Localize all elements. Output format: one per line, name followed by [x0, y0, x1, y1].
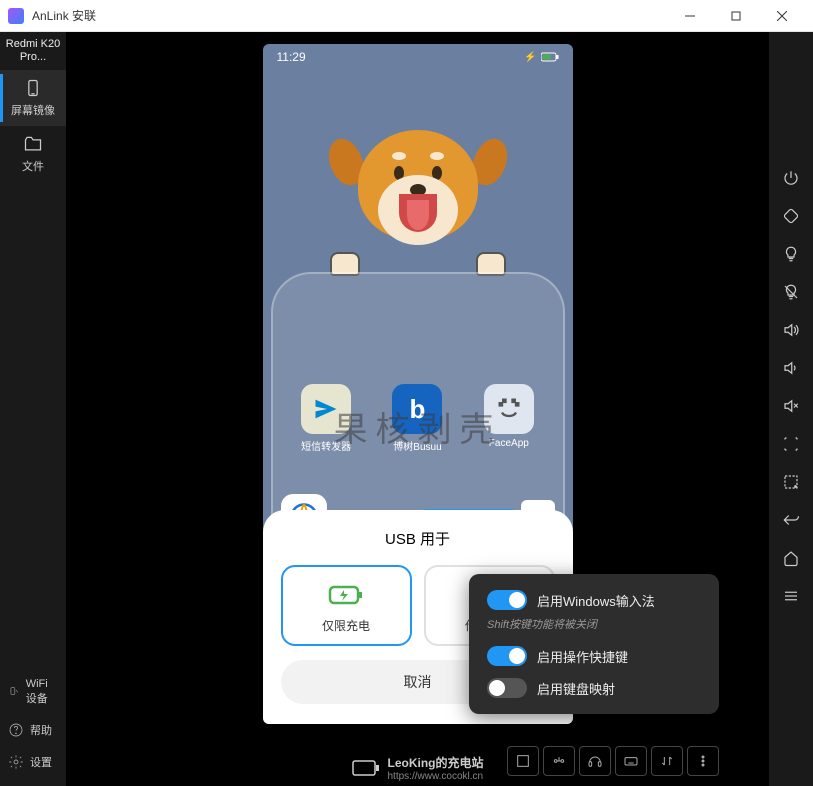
sidebar-wifi-devices[interactable]: WiFi设备 — [0, 670, 66, 714]
popover-hint: Shift按键功能将被关闭 — [487, 616, 701, 632]
home-button[interactable] — [775, 542, 807, 574]
keyboard-button[interactable] — [615, 746, 647, 776]
caption-title: LeoKing的充电站 — [388, 754, 484, 771]
minimize-button[interactable] — [667, 0, 713, 32]
wallpaper-illustration — [263, 70, 573, 270]
usb-button[interactable] — [543, 746, 575, 776]
toggle-shortcuts[interactable] — [487, 646, 527, 666]
app-icon — [8, 8, 24, 24]
phone-icon — [23, 78, 43, 98]
titlebar: AnLink 安联 — [0, 0, 813, 32]
wifi-phone-icon — [8, 684, 20, 700]
battery-outline-icon — [352, 759, 380, 777]
keyboard-popover: 启用Windows输入法 Shift按键功能将被关闭 启用操作快捷键 启用键盘映… — [469, 574, 719, 714]
audio-button[interactable] — [579, 746, 611, 776]
charge-icon — [328, 581, 364, 609]
bottom-toolbar — [507, 746, 719, 776]
menu-button[interactable] — [775, 580, 807, 612]
rotate-button[interactable] — [775, 200, 807, 232]
volume-mute-button[interactable] — [775, 390, 807, 422]
bulb-off-button[interactable] — [775, 276, 807, 308]
caption-url: https://www.cocokl.cn — [388, 771, 484, 782]
sidebar-right — [769, 32, 813, 786]
fullscreen-button[interactable] — [507, 746, 539, 776]
sidebar-settings[interactable]: 设置 — [0, 746, 66, 778]
sidebar-item-label: 文件 — [22, 158, 44, 174]
sidebar-item-mirror[interactable]: 屏幕镜像 — [0, 70, 66, 126]
maximize-button[interactable] — [713, 0, 759, 32]
volume-down-button[interactable] — [775, 352, 807, 384]
caption: LeoKing的充电站 https://www.cocokl.cn — [352, 754, 484, 782]
app-row-1: 短信转发器 b博树Busuu FaceApp — [263, 384, 573, 453]
sidebar-help[interactable]: 帮助 — [0, 714, 66, 746]
back-button[interactable] — [775, 504, 807, 536]
screenshot-button[interactable] — [775, 428, 807, 460]
toggle-key-mapping[interactable] — [487, 678, 527, 698]
close-button[interactable] — [759, 0, 805, 32]
app-busuu[interactable]: b博树Busuu — [382, 384, 452, 453]
more-button[interactable] — [687, 746, 719, 776]
usb-option-charge[interactable]: 仅限充电 — [281, 565, 412, 646]
phone-time: 11:29 — [277, 50, 306, 64]
gear-icon — [8, 754, 24, 770]
app-title: AnLink 安联 — [32, 7, 96, 24]
phone-statusbar: 11:29 ⚡ — [263, 44, 573, 70]
device-name[interactable]: Redmi K20 Pro... — [0, 32, 66, 70]
usb-sheet-title: USB 用于 — [281, 528, 555, 549]
bulb-on-button[interactable] — [775, 238, 807, 270]
app-faceapp[interactable]: FaceApp — [474, 384, 544, 453]
transfer-button[interactable] — [651, 746, 683, 776]
volume-up-button[interactable] — [775, 314, 807, 346]
power-button[interactable] — [775, 162, 807, 194]
stage: 11:29 ⚡ — [66, 32, 769, 786]
sidebar-item-label: 屏幕镜像 — [11, 102, 55, 118]
folder-icon — [23, 134, 43, 154]
battery-icon: ⚡ — [524, 52, 558, 63]
sidebar-item-files[interactable]: 文件 — [0, 126, 66, 182]
sidebar-left: Redmi K20 Pro... 屏幕镜像 文件 WiFi设备 帮助 设置 — [0, 32, 66, 786]
toggle-windows-ime[interactable] — [487, 590, 527, 610]
crop-button[interactable] — [775, 466, 807, 498]
help-icon — [8, 722, 24, 738]
app-sms-forward[interactable]: 短信转发器 — [291, 384, 361, 453]
